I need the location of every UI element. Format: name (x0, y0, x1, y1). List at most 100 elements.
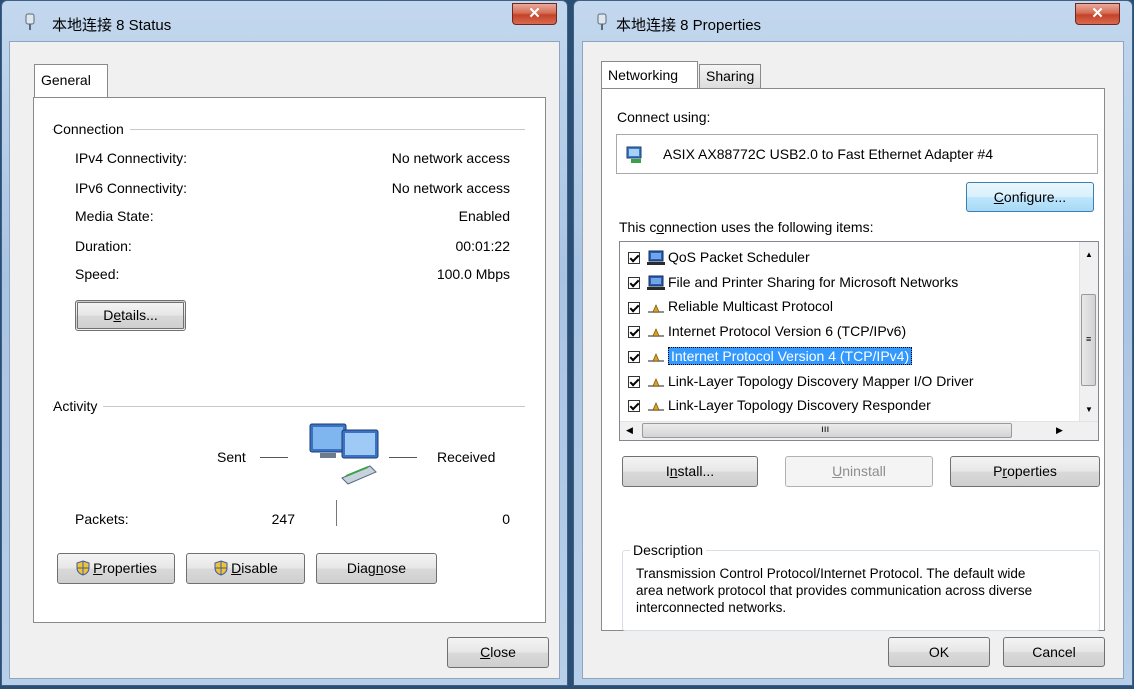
list-item[interactable]: File and Printer Sharing for Microsoft N… (628, 271, 958, 293)
protocol-icon (648, 353, 664, 362)
list-item-label: Reliable Multicast Protocol (668, 298, 833, 315)
configure-label-c: onfigure... (1003, 189, 1067, 205)
cancel-button[interactable]: Cancel (1003, 637, 1105, 667)
list-item[interactable]: Internet Protocol Version 4 (TCP/IPv4) (628, 345, 913, 367)
items-label: This connection uses the following items… (619, 219, 873, 235)
adapter-name: ASIX AX88772C USB2.0 to Fast Ethernet Ad… (663, 146, 993, 162)
properties-window-title: 本地连接 8 Properties (616, 17, 762, 34)
duration-value: 00:01:22 (455, 238, 511, 254)
items-list[interactable]: QoS Packet Scheduler File and Printer Sha… (619, 241, 1099, 441)
item-checkbox[interactable] (628, 400, 640, 413)
list-item-label: Link-Layer Topology Discovery Responder (668, 397, 931, 414)
speed-label: Speed: (75, 266, 120, 282)
ok-button-label: OK (928, 644, 950, 660)
tab-general[interactable]: General (34, 64, 108, 98)
network-connection-icon (25, 13, 35, 30)
ok-button[interactable]: OK (888, 637, 990, 667)
list-item[interactable]: Link-Layer Topology Discovery Mapper I/O… (628, 370, 974, 392)
protocol-icon (648, 402, 664, 412)
close-button[interactable]: Close (447, 637, 549, 668)
list-item-label: Internet Protocol Version 4 (TCP/IPv4) (668, 346, 913, 365)
uac-shield-icon (76, 560, 90, 576)
close-label-c: lose (490, 644, 516, 660)
diagnose-button[interactable]: Diagnose (316, 553, 437, 584)
diagnose-label-b: n (375, 560, 384, 576)
list-item-label: Link-Layer Topology Discovery Mapper I/O… (668, 372, 974, 389)
list-item-label: File and Printer Sharing for Microsoft N… (668, 273, 959, 290)
status-close-x-button[interactable]: ✕ (512, 3, 557, 25)
scroll-right-arrow-icon[interactable]: ▶ (1056, 425, 1063, 436)
install-label-b: n (669, 463, 678, 479)
disable-button[interactable]: Disable (186, 553, 305, 584)
details-button-label-b: e (113, 307, 122, 323)
horizontal-scroll-thumb[interactable]: ııı (642, 423, 1012, 438)
details-button-label-a: D (103, 307, 114, 323)
item-checkbox[interactable] (628, 351, 640, 364)
item-properties-button[interactable]: Properties (950, 456, 1100, 487)
connection-group-label: Connection (53, 121, 130, 137)
install-button[interactable]: Install... (622, 456, 758, 487)
item-checkbox[interactable] (628, 252, 640, 265)
protocol-icon (648, 328, 664, 338)
close-label-b: C (480, 644, 491, 660)
sent-label: Sent (217, 449, 246, 465)
item-checkbox[interactable] (628, 326, 640, 339)
scroll-up-arrow-icon[interactable]: ▲ (1085, 250, 1093, 259)
network-client-icon (647, 250, 665, 266)
description-group-label: Description (630, 542, 707, 558)
list-item[interactable]: Reliable Multicast Protocol (628, 295, 833, 317)
ipv6-connectivity-label: IPv6 Connectivity: (75, 180, 188, 196)
disable-label-c: isable (241, 560, 278, 576)
properties-client-area: Networking Sharing Connect using: ASIX A… (582, 41, 1124, 679)
uninstall-label-b: U (832, 463, 843, 479)
details-button[interactable]: Details... (75, 300, 186, 331)
scroll-down-arrow-icon[interactable]: ▼ (1085, 405, 1093, 414)
list-item-label: Internet Protocol Version 6 (TCP/IPv6) (668, 323, 907, 340)
configure-button[interactable]: Configure... (966, 182, 1094, 212)
scroll-left-arrow-icon[interactable]: ◀ (626, 425, 633, 436)
item-checkbox[interactable] (628, 375, 640, 388)
configure-label-b: C (993, 189, 1004, 205)
properties-label-c: roperties (102, 560, 157, 576)
list-item[interactable]: Link-Layer Topology Discovery Responder (628, 394, 931, 416)
list-item[interactable]: Internet Protocol Version 6 (TCP/IPv6) (628, 320, 906, 342)
items-vertical-scrollbar[interactable]: ▲ ≡ ▼ (1079, 242, 1098, 422)
list-item-label: QoS Packet Scheduler (668, 249, 810, 265)
list-item[interactable]: QoS Packet Scheduler (628, 246, 810, 268)
diagnose-label-c: ose (383, 560, 407, 576)
media-state-label: Media State: (75, 208, 154, 224)
items-label-a: This c (619, 219, 657, 235)
properties-close-x-button[interactable]: ✕ (1075, 3, 1120, 25)
item-properties-label-c: operties (1007, 463, 1057, 479)
connect-using-label: Connect using: (617, 109, 711, 125)
network-connection-icon (597, 13, 607, 30)
network-client-icon (647, 275, 665, 290)
uac-shield-icon (214, 560, 228, 576)
status-client-area: General Connection IPv4 Connectivity: No… (9, 41, 560, 679)
properties-titlebar[interactable]: 本地连接 8 Properties ✕ (574, 1, 1132, 41)
general-panel: Connection IPv4 Connectivity: No network… (33, 97, 546, 623)
uninstall-button[interactable]: Uninstall (785, 456, 933, 487)
protocol-icon (648, 377, 664, 387)
status-titlebar[interactable]: 本地连接 8 Status ✕ (2, 1, 567, 41)
activity-group-label: Activity (53, 398, 104, 414)
tab-sharing[interactable]: Sharing (699, 64, 761, 88)
item-checkbox[interactable] (628, 301, 640, 314)
tab-networking[interactable]: Networking (601, 61, 698, 89)
status-window: 本地连接 8 Status ✕ General Connection IPv4 … (1, 0, 568, 686)
vertical-scroll-thumb[interactable]: ≡ (1081, 294, 1096, 386)
tab-general-label: General (41, 72, 91, 88)
items-label-b: o (656, 219, 665, 235)
speed-value: 100.0 Mbps (436, 266, 510, 282)
cancel-button-label: Cancel (1032, 644, 1076, 660)
status-properties-button[interactable]: Properties (57, 553, 175, 584)
disable-label-b: D (231, 560, 242, 576)
grip-icon: ≡ (1086, 334, 1092, 344)
network-computers-icon (309, 423, 379, 485)
packets-sent-value: 247 (271, 511, 295, 527)
diagnose-label-a: Diag (346, 560, 376, 576)
items-horizontal-scrollbar[interactable]: ◀ ııı ▶ (620, 421, 1098, 440)
received-line (389, 457, 417, 458)
tab-sharing-label: Sharing (706, 68, 755, 84)
item-checkbox[interactable] (628, 276, 640, 289)
